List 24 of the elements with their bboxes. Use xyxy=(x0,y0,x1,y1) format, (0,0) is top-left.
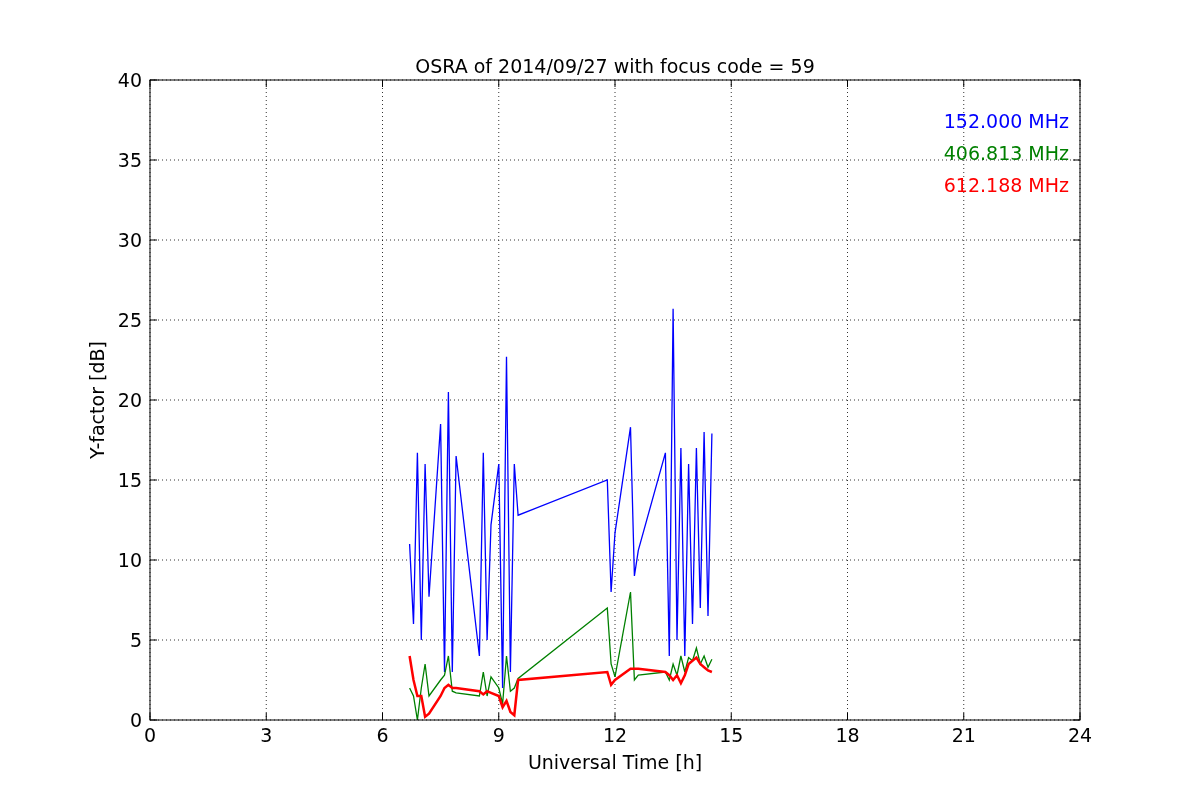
axis-title: Universal Time [h] xyxy=(527,751,703,773)
tick-label: 10 xyxy=(117,549,142,571)
legend-label: 152.000 MHz xyxy=(943,110,1069,132)
tick-label: 3 xyxy=(260,724,273,746)
tick-label: 18 xyxy=(835,724,860,746)
legend-label: 612.188 MHz xyxy=(943,174,1069,196)
tick-label: 40 xyxy=(117,69,142,91)
axis-title: Y-factor [dB] xyxy=(86,341,108,459)
tick-label: 30 xyxy=(117,229,142,251)
tick-label: 6 xyxy=(376,724,389,746)
tick-label: 35 xyxy=(117,149,142,171)
legend-label: 406.813 MHz xyxy=(943,142,1069,164)
tick-label: 25 xyxy=(117,309,142,331)
tick-label: 20 xyxy=(117,389,142,411)
tick-label: 0 xyxy=(143,724,157,746)
tick-label: 0 xyxy=(129,709,142,731)
tick-label: 15 xyxy=(719,724,744,746)
tick-label: 21 xyxy=(951,724,976,746)
tick-label: 15 xyxy=(117,469,142,491)
tick-label: 12 xyxy=(602,724,628,746)
chart-title: OSRA of 2014/09/27 with focus code = 59 xyxy=(415,55,815,77)
tick-label: 9 xyxy=(492,724,505,746)
tick-label: 5 xyxy=(129,629,142,651)
tick-label: 24 xyxy=(1067,724,1093,746)
